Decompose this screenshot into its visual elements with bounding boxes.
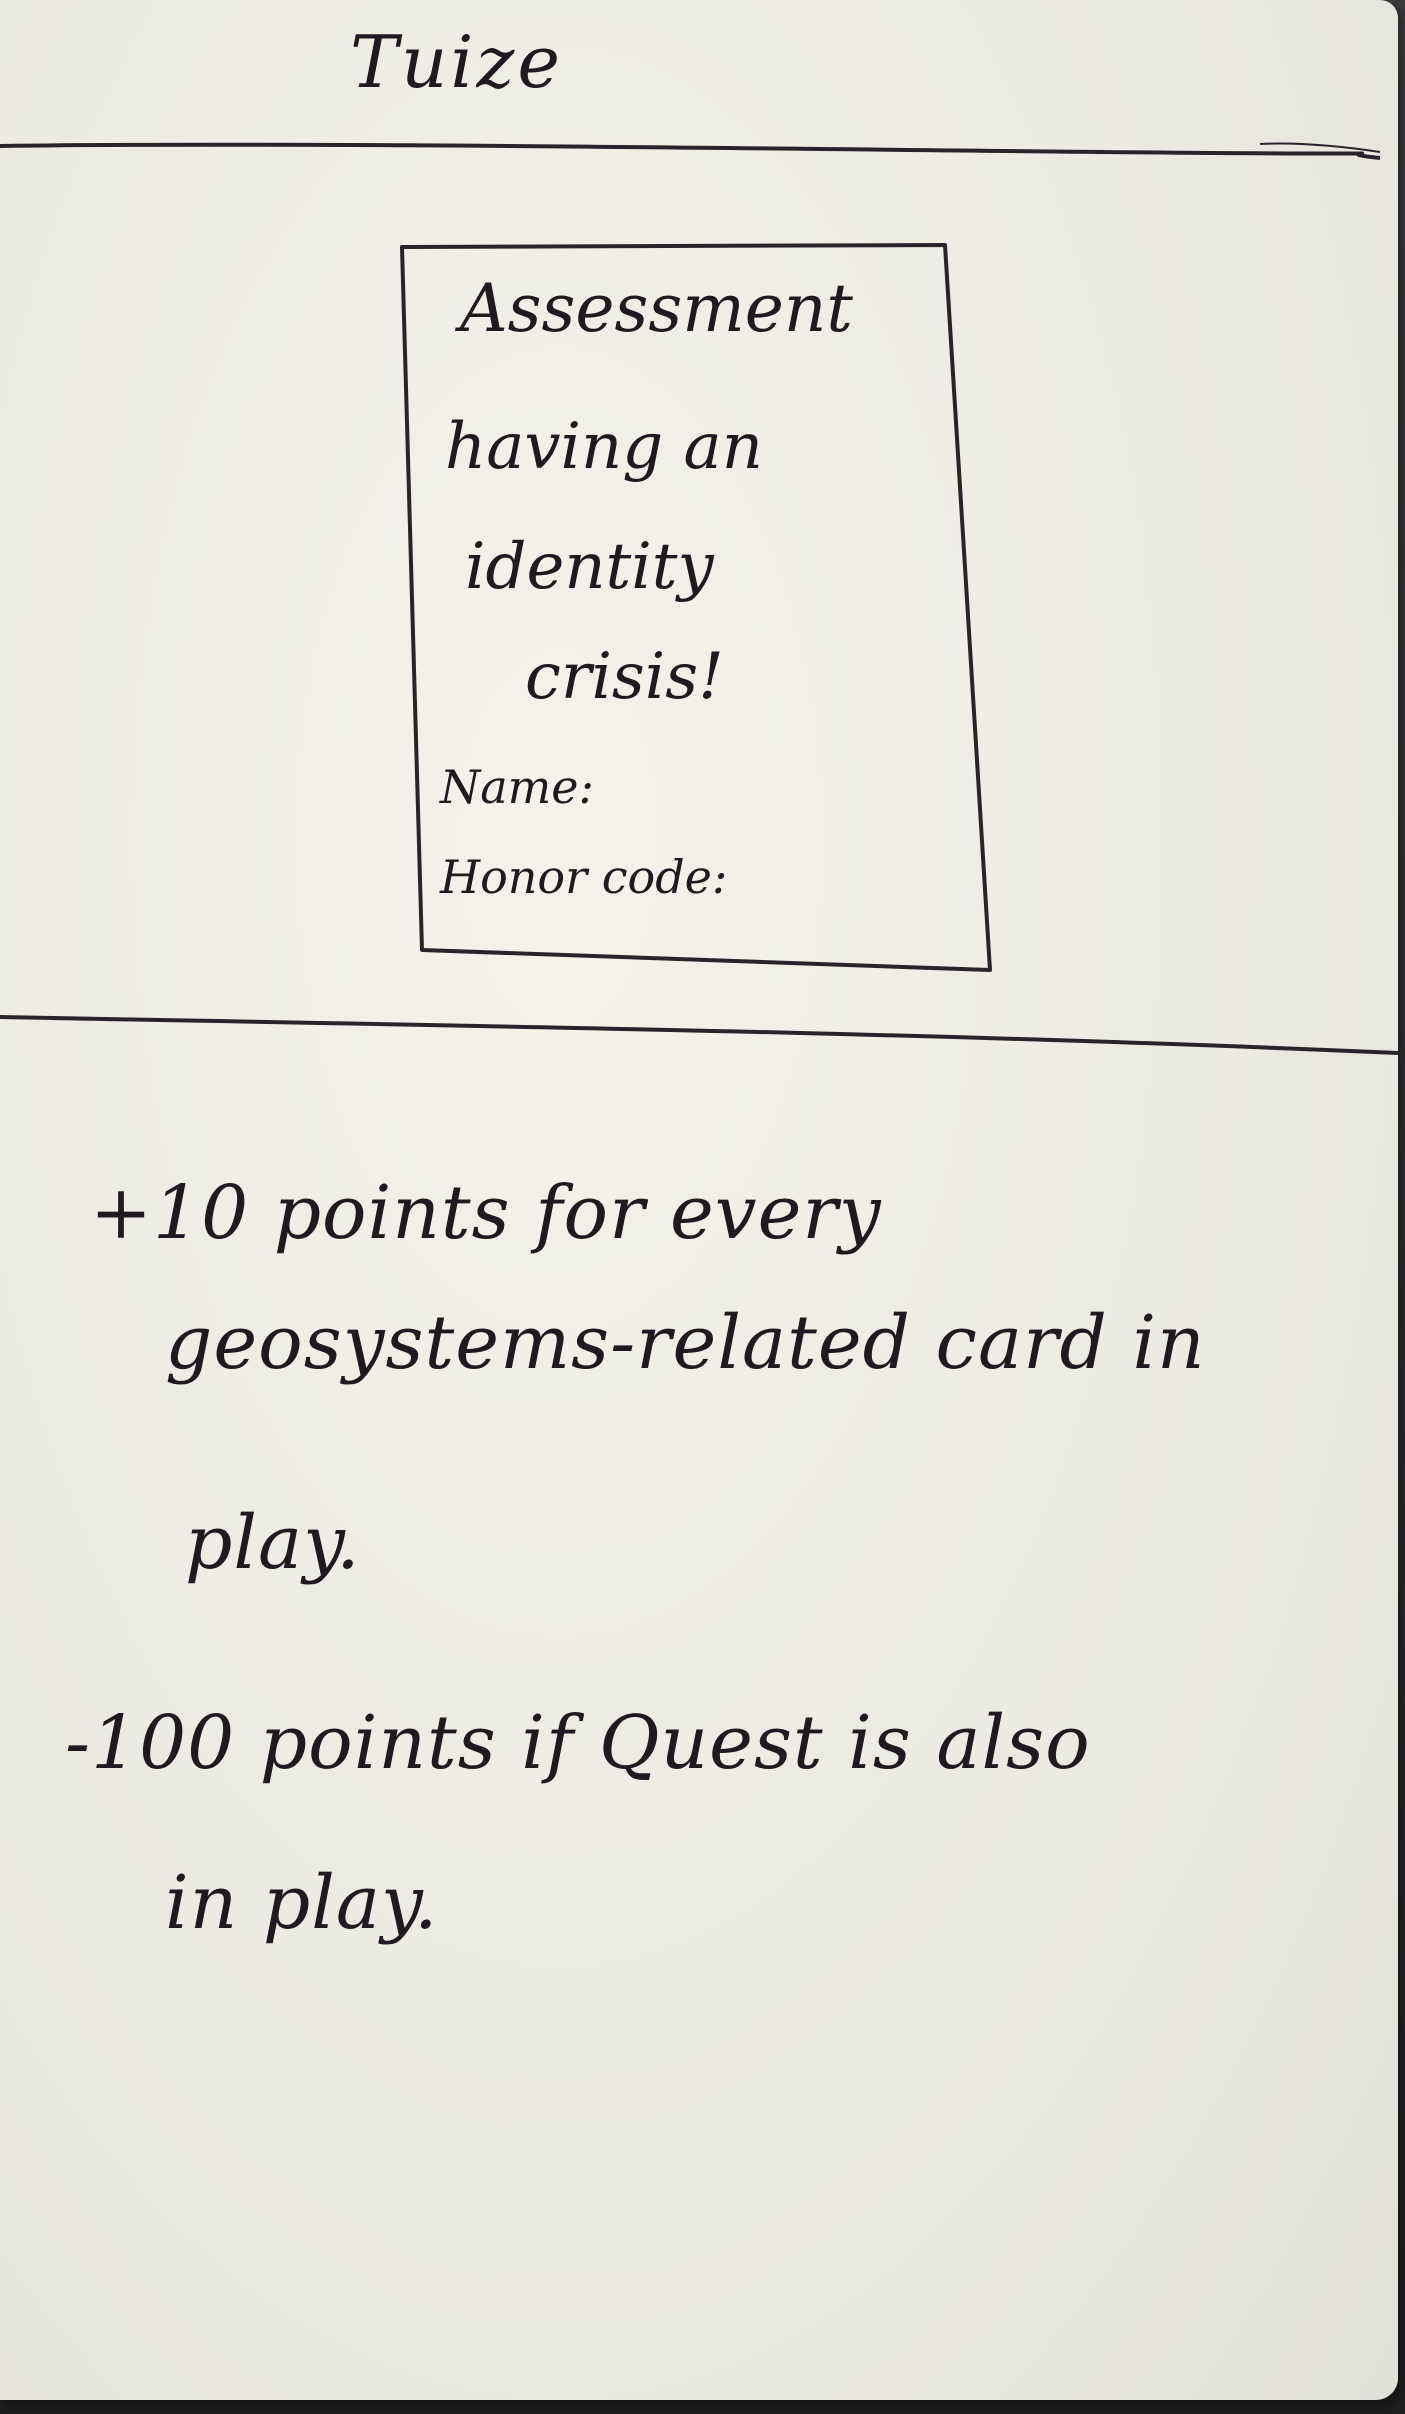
card-title: Tuize	[350, 20, 563, 104]
frame-honor-code-field: Honor code:	[440, 850, 728, 904]
frame-line-3: crisis!	[525, 640, 724, 714]
frame-line-2: identity	[465, 530, 714, 604]
rule-1-line-1: +10 points for every	[90, 1170, 882, 1256]
photo-background: Tuize Assessment having an identity cris…	[0, 0, 1405, 2414]
middle-divider-line	[0, 1015, 1398, 1055]
rule-2-line-1: -100 points if Quest is also	[65, 1700, 1091, 1786]
frame-name-field: Name:	[440, 760, 595, 814]
paper-card: Tuize Assessment having an identity cris…	[0, 0, 1398, 2400]
rule-2-line-2: in play.	[165, 1860, 439, 1946]
rule-1-line-2: geosystems-related card in	[165, 1300, 1206, 1386]
top-divider-line	[0, 142, 1381, 160]
frame-heading: Assessment	[460, 270, 853, 347]
frame-line-1: having an	[445, 410, 763, 484]
rule-1-line-3: play.	[185, 1500, 361, 1586]
